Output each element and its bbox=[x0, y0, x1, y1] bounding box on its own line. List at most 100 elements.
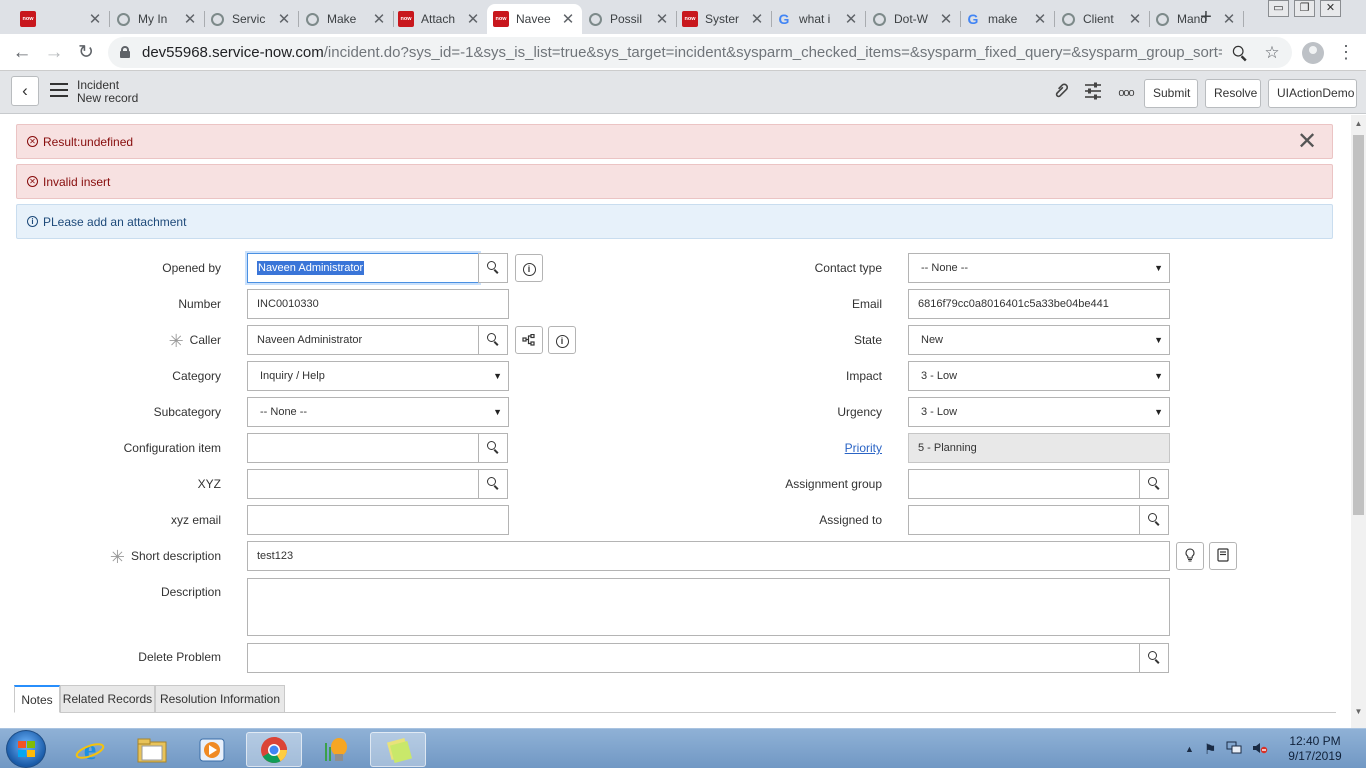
browser-tab[interactable]: Make ✕ bbox=[298, 4, 393, 34]
tab-close-icon[interactable]: ✕ bbox=[843, 10, 859, 28]
caller-lookup-button[interactable] bbox=[478, 325, 508, 355]
assigned-to-lookup-button[interactable] bbox=[1139, 505, 1169, 535]
forward-arrow-icon[interactable]: → bbox=[41, 40, 67, 66]
configuration-item-field[interactable] bbox=[247, 433, 479, 463]
state-select[interactable]: New ▼ bbox=[908, 325, 1170, 355]
resolve-button[interactable]: Resolve bbox=[1205, 79, 1261, 108]
browser-tab[interactable]: now Navee ✕ bbox=[487, 4, 582, 34]
tab-close-icon[interactable]: ✕ bbox=[1127, 10, 1143, 28]
browser-tab[interactable]: Client ✕ bbox=[1054, 4, 1149, 34]
browser-tab[interactable]: now ✕ bbox=[14, 4, 109, 34]
address-bar[interactable]: dev55968.service-now.com/incident.do?sys… bbox=[108, 37, 1292, 68]
tab-close-icon[interactable]: ✕ bbox=[1221, 10, 1237, 28]
uiactiondemo-button[interactable]: UIActionDemo bbox=[1268, 79, 1357, 108]
caller-field[interactable]: Naveen Administrator bbox=[247, 325, 479, 355]
email-field[interactable]: 6816f79cc0a8016401c5a33be04be441 bbox=[908, 289, 1170, 319]
back-arrow-icon[interactable]: ← bbox=[9, 40, 35, 66]
priority-link[interactable]: Priority bbox=[845, 441, 882, 455]
minimize-button[interactable]: ▭ bbox=[1268, 0, 1289, 17]
caller-hierarchy-button[interactable] bbox=[515, 326, 543, 354]
action-center-flag-icon[interactable]: ⚑ bbox=[1204, 741, 1217, 758]
xyz-field[interactable] bbox=[247, 469, 479, 499]
suggestion-button[interactable] bbox=[1176, 542, 1204, 570]
delete-problem-lookup-button[interactable] bbox=[1139, 643, 1169, 673]
tab-close-icon[interactable]: ✕ bbox=[87, 10, 103, 28]
bookmark-star-icon[interactable]: ☆ bbox=[1260, 41, 1284, 65]
subcategory-select[interactable]: -- None -- ▼ bbox=[247, 397, 509, 427]
xyz-email-field[interactable] bbox=[247, 505, 509, 535]
new-tab-button[interactable]: + bbox=[1195, 6, 1217, 28]
impact-select[interactable]: 3 - Low ▼ bbox=[908, 361, 1170, 391]
form-back-button[interactable]: ‹ bbox=[11, 76, 39, 106]
tab-close-icon[interactable]: ✕ bbox=[276, 10, 292, 28]
chrome-icon[interactable] bbox=[246, 732, 302, 767]
volume-muted-icon[interactable] bbox=[1252, 741, 1268, 758]
assigned-to-field[interactable] bbox=[908, 505, 1140, 535]
configuration-item-lookup-button[interactable] bbox=[478, 433, 508, 463]
internet-explorer-icon[interactable]: e bbox=[62, 732, 118, 767]
tab-close-icon[interactable]: ✕ bbox=[560, 10, 576, 28]
window-close-button[interactable]: ✕ bbox=[1320, 0, 1341, 17]
reload-icon[interactable]: ↻ bbox=[73, 40, 99, 66]
assignment-group-field[interactable] bbox=[908, 469, 1140, 499]
show-hidden-icons-icon[interactable]: ▲ bbox=[1185, 744, 1194, 754]
xyz-lookup-button[interactable] bbox=[478, 469, 508, 499]
category-select[interactable]: Inquiry / Help ▼ bbox=[247, 361, 509, 391]
paint-icon[interactable] bbox=[308, 732, 364, 767]
tab-close-icon[interactable]: ✕ bbox=[749, 10, 765, 28]
tab-close-icon[interactable]: ✕ bbox=[654, 10, 670, 28]
dropdown-caret-icon: ▼ bbox=[493, 407, 502, 417]
delete-problem-field[interactable] bbox=[247, 643, 1140, 673]
tab-notes[interactable]: Notes bbox=[14, 685, 60, 713]
assignment-group-lookup-button[interactable] bbox=[1139, 469, 1169, 499]
description-textarea[interactable] bbox=[247, 578, 1170, 636]
personalize-form-icon[interactable] bbox=[1082, 82, 1104, 104]
browser-tab[interactable]: Gwhat i ✕ bbox=[770, 4, 865, 34]
tab-resolution-information[interactable]: Resolution Information bbox=[155, 685, 285, 713]
short-description-field[interactable]: test123 bbox=[247, 541, 1170, 571]
opened-by-lookup-button[interactable] bbox=[478, 253, 508, 283]
zoom-icon[interactable] bbox=[1228, 41, 1252, 65]
paperclip-icon[interactable] bbox=[1044, 77, 1075, 108]
browser-tab[interactable]: My In ✕ bbox=[109, 4, 204, 34]
tab-related-records[interactable]: Related Records bbox=[60, 685, 155, 713]
maximize-button[interactable]: ❐ bbox=[1294, 0, 1315, 17]
opened-by-info-button[interactable]: i bbox=[515, 254, 543, 282]
tab-close-icon[interactable]: ✕ bbox=[182, 10, 198, 28]
url-text[interactable]: dev55968.service-now.com/incident.do?sys… bbox=[142, 44, 1222, 61]
media-player-icon[interactable] bbox=[184, 732, 240, 767]
system-clock[interactable]: 12:40 PM 9/17/2019 bbox=[1280, 734, 1350, 764]
browser-tab[interactable]: Gmake ✕ bbox=[959, 4, 1054, 34]
scrollbar-thumb[interactable] bbox=[1353, 135, 1364, 515]
urgency-select[interactable]: 3 - Low ▼ bbox=[908, 397, 1170, 427]
submit-button[interactable]: Submit bbox=[1144, 79, 1198, 108]
file-explorer-icon[interactable] bbox=[124, 732, 180, 767]
browser-tab[interactable]: Servic ✕ bbox=[203, 4, 298, 34]
scroll-up-arrow-icon[interactable]: ▲ bbox=[1351, 117, 1366, 131]
knowledge-search-button[interactable] bbox=[1209, 542, 1237, 570]
browser-menu-icon[interactable]: ⋮ bbox=[1336, 40, 1356, 64]
sticky-notes-icon[interactable] bbox=[370, 732, 426, 767]
tab-close-icon[interactable]: ✕ bbox=[938, 10, 954, 28]
profile-avatar-icon[interactable] bbox=[1302, 42, 1324, 64]
form-header: ‹ Incident New record ooo Submit Resolve… bbox=[0, 71, 1366, 114]
caller-info-button[interactable]: i bbox=[548, 326, 576, 354]
browser-tab[interactable]: Dot-W ✕ bbox=[865, 4, 960, 34]
scroll-down-arrow-icon[interactable]: ▼ bbox=[1351, 705, 1366, 719]
context-menu-icon[interactable] bbox=[50, 83, 68, 97]
close-icon[interactable]: ✕ bbox=[1296, 130, 1318, 154]
browser-tab[interactable]: now Attach ✕ bbox=[392, 4, 487, 34]
contact-type-select[interactable]: -- None -- ▼ bbox=[908, 253, 1170, 283]
browser-tab[interactable]: Possil ✕ bbox=[581, 4, 676, 34]
tab-close-icon[interactable]: ✕ bbox=[465, 10, 481, 28]
number-field[interactable]: INC0010330 bbox=[247, 289, 509, 319]
tab-close-icon[interactable]: ✕ bbox=[371, 10, 387, 28]
start-button[interactable] bbox=[6, 730, 46, 768]
network-icon[interactable] bbox=[1226, 741, 1242, 758]
opened-by-field[interactable]: Naveen Administrator bbox=[247, 253, 479, 283]
alert-text: PLease add an attachment bbox=[43, 214, 187, 229]
more-options-icon[interactable]: ooo bbox=[1115, 82, 1137, 104]
tab-close-icon[interactable]: ✕ bbox=[1032, 10, 1048, 28]
browser-tab[interactable]: now Syster ✕ bbox=[676, 4, 771, 34]
urgency-label: Urgency bbox=[837, 405, 882, 419]
